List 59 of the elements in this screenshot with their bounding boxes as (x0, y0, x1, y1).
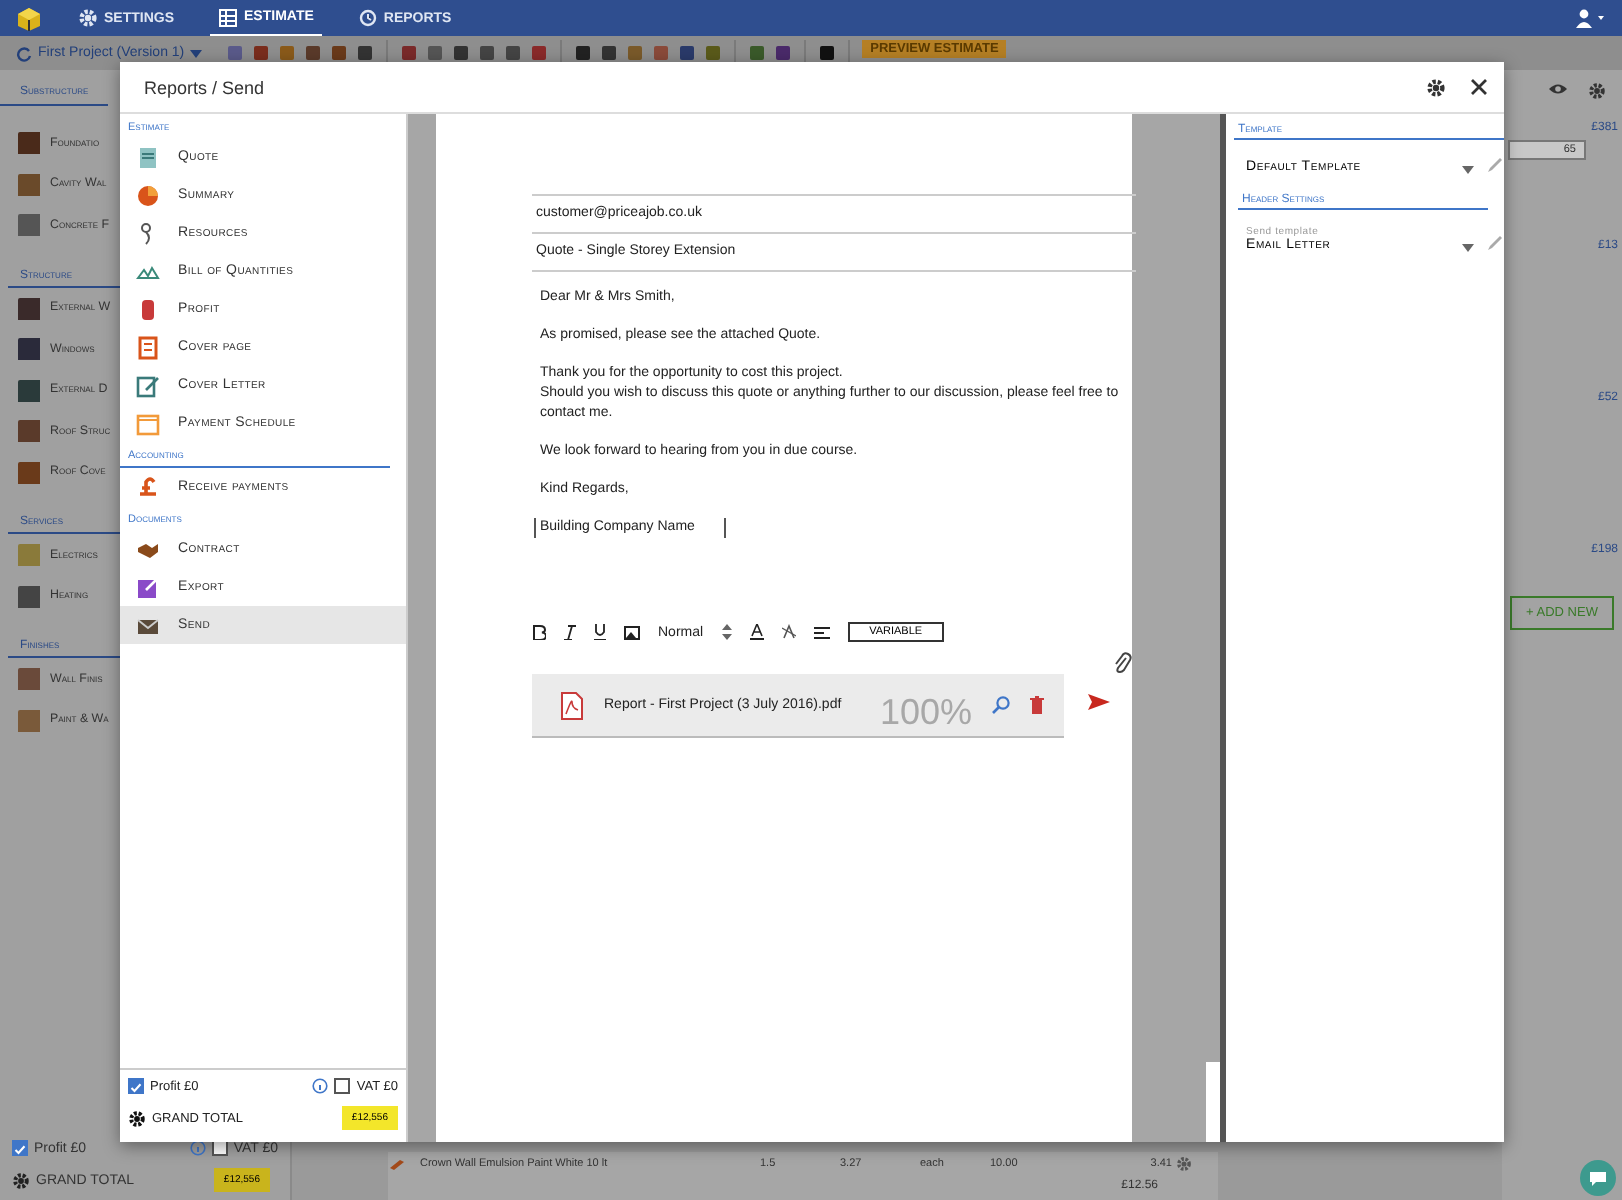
material-icon (16, 666, 40, 691)
image-icon[interactable] (624, 625, 640, 639)
pencil-icon[interactable] (1486, 156, 1504, 174)
bold-icon[interactable] (532, 624, 546, 640)
send-icon[interactable] (1088, 694, 1110, 710)
settings-icon[interactable] (1426, 77, 1446, 97)
caret-icon[interactable] (1462, 244, 1474, 252)
user-icon[interactable] (1574, 8, 1606, 28)
upload-progress: 100% (879, 691, 972, 731)
material-icon (16, 377, 40, 402)
paperclip-icon[interactable] (1112, 652, 1132, 674)
clock-icon (357, 8, 378, 28)
material-icon (16, 336, 40, 361)
underline-icon[interactable] (594, 624, 606, 640)
gear-icon (78, 8, 98, 28)
search-icon[interactable] (992, 696, 1010, 714)
pencil-icon[interactable] (1486, 234, 1504, 252)
checkbox[interactable] (12, 1140, 28, 1156)
pdf-icon (560, 691, 584, 719)
chat-bubble-icon (1588, 1169, 1608, 1187)
checkbox[interactable] (334, 1078, 351, 1094)
caret-icon[interactable] (1462, 166, 1474, 174)
gear-icon[interactable] (12, 1171, 30, 1189)
grid-icon (218, 7, 239, 27)
material-icon[interactable] (818, 44, 837, 62)
pie-chart-icon (136, 183, 160, 207)
brush-icon (388, 1158, 406, 1170)
refresh-icon (16, 45, 32, 61)
material-icon (16, 542, 40, 567)
eye-icon[interactable] (1548, 82, 1568, 96)
material-icon (16, 130, 40, 155)
material-icon (16, 212, 40, 237)
info-icon (189, 1140, 206, 1156)
material-icon (16, 418, 40, 443)
page-icon (136, 335, 160, 359)
material-icon (16, 707, 40, 732)
calendar-icon (136, 411, 160, 435)
trash-icon[interactable] (1030, 696, 1044, 714)
export-icon (136, 575, 160, 599)
envelope-icon (136, 613, 160, 637)
dialog-title: Reports / Send (144, 77, 267, 97)
align-icon[interactable] (813, 625, 830, 639)
info-icon (312, 1078, 329, 1094)
edit-document-icon (136, 373, 160, 397)
italic-icon[interactable] (564, 624, 576, 640)
material-icon (16, 459, 40, 484)
text-color-icon[interactable] (749, 624, 764, 640)
gear-icon[interactable] (128, 1109, 146, 1127)
material-icon (16, 171, 40, 196)
document-icon (136, 145, 160, 169)
logo-cube-icon (16, 5, 42, 31)
highlight-icon[interactable] (781, 624, 796, 640)
sort-icon[interactable] (721, 624, 732, 640)
material-icon (16, 295, 40, 320)
pound-icon (136, 475, 160, 499)
close-icon[interactable] (1470, 78, 1488, 96)
caret-icon (190, 49, 203, 57)
checkbox[interactable] (128, 1078, 144, 1094)
material-icon (16, 583, 40, 608)
